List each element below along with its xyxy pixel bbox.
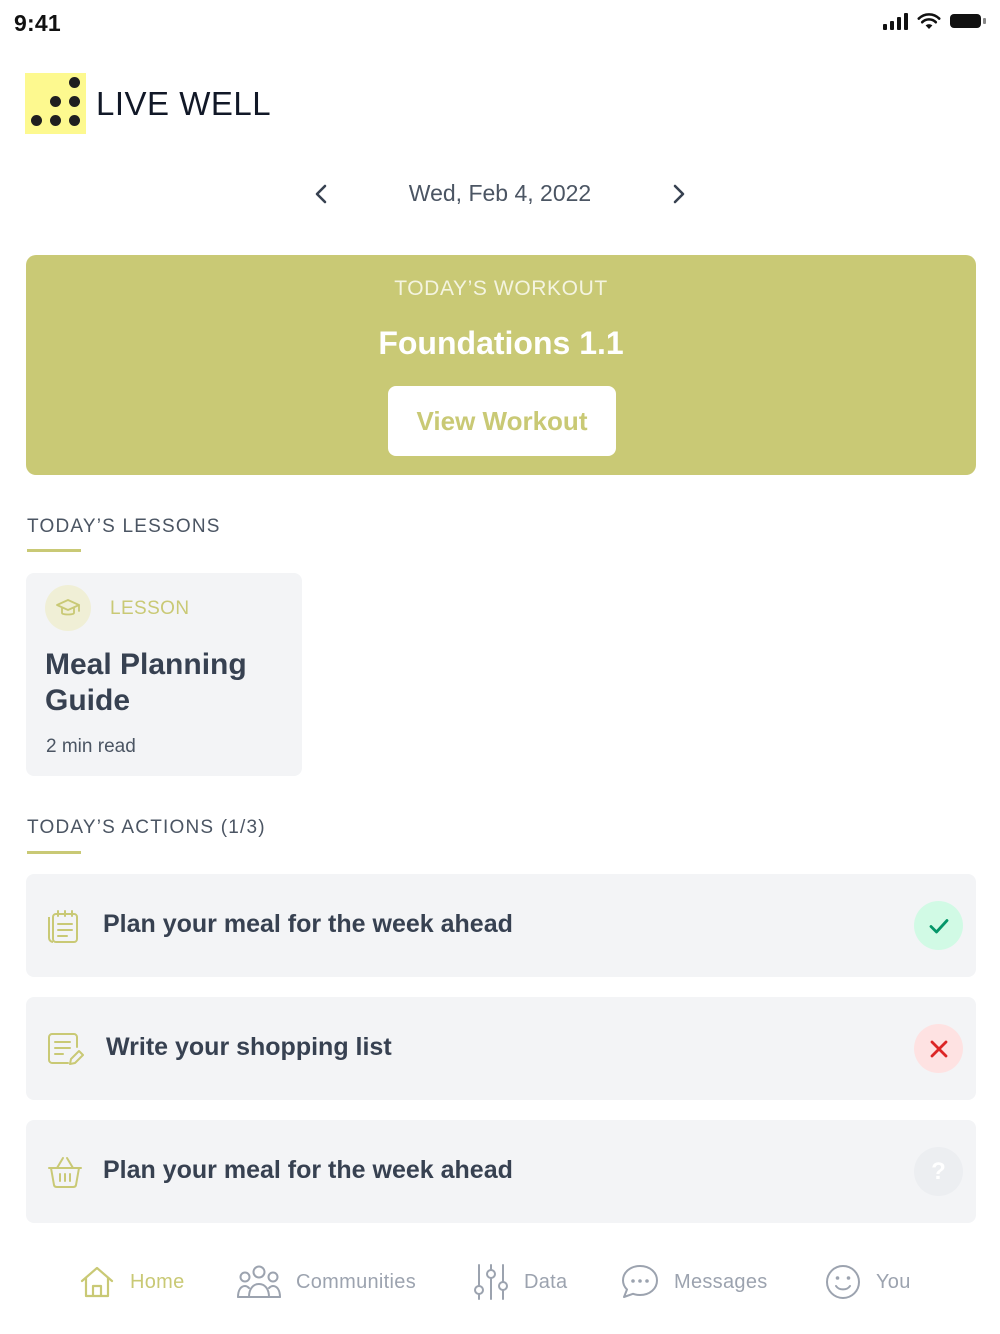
notepad-icon — [48, 910, 78, 943]
cellular-signal-icon — [883, 12, 908, 30]
close-icon — [930, 1040, 947, 1057]
view-workout-button[interactable]: View Workout — [388, 386, 616, 456]
lesson-tag: LESSON — [110, 598, 190, 619]
lessons-heading: TODAY’S LESSONS — [27, 516, 221, 537]
edit-list-icon — [48, 1033, 84, 1065]
people-icon — [237, 1265, 281, 1298]
tab-you[interactable]: You — [824, 1258, 911, 1306]
tab-label: Data — [524, 1270, 568, 1293]
battery-icon — [950, 12, 986, 30]
tab-data[interactable]: Data — [472, 1258, 567, 1306]
workout-title: Foundations 1.1 — [378, 325, 624, 361]
brand-name: LIVE WELL — [96, 84, 272, 122]
wifi-icon — [917, 13, 941, 29]
status-unknown-badge: ? — [914, 1147, 963, 1196]
action-item[interactable]: Write your shopping list — [26, 997, 976, 1100]
status-failed-badge — [914, 1024, 963, 1073]
tab-label: Communities — [296, 1270, 416, 1293]
action-label: Write your shopping list — [106, 1033, 392, 1061]
sliders-icon — [474, 1264, 508, 1300]
basket-icon — [48, 1157, 82, 1188]
tab-home[interactable]: Home — [78, 1258, 185, 1306]
action-item[interactable]: Plan your meal for the week ahead ? — [26, 1120, 976, 1223]
lesson-title: Meal Planning Guide — [45, 648, 247, 717]
chat-bubble-icon — [622, 1265, 658, 1298]
tab-messages[interactable]: Messages — [620, 1258, 768, 1306]
status-complete-badge — [914, 901, 963, 950]
workout-eyebrow: TODAY’S WORKOUT — [394, 277, 608, 300]
action-label: Plan your meal for the week ahead — [103, 910, 513, 938]
actions-heading: TODAY’S ACTIONS (1/3) — [27, 817, 266, 838]
actions-heading-underline — [27, 851, 81, 854]
todays-workout-card: TODAY’S WORKOUT Foundations 1.1 View Wor… — [26, 255, 976, 475]
tab-communities[interactable]: Communities — [236, 1258, 416, 1306]
lesson-read-time: 2 min read — [46, 736, 136, 757]
current-date: Wed, Feb 4, 2022 — [408, 180, 592, 206]
checkmark-icon — [929, 918, 948, 933]
bottom-tab-bar: Home Communities Data Messages You — [0, 1246, 1000, 1326]
tab-label: You — [876, 1270, 911, 1293]
action-item[interactable]: Plan your meal for the week ahead — [26, 874, 976, 977]
question-mark-icon: ? — [931, 1157, 946, 1185]
brand-header: LIVE WELL — [25, 73, 271, 134]
tab-label: Messages — [674, 1270, 768, 1293]
action-label: Plan your meal for the week ahead — [103, 1156, 513, 1184]
lesson-badge — [45, 585, 91, 631]
home-icon — [80, 1266, 114, 1298]
status-icons — [883, 12, 986, 30]
status-time: 9:41 — [14, 10, 61, 36]
status-bar: 9:41 — [0, 0, 1000, 48]
lesson-card[interactable]: LESSON Meal Planning Guide 2 min read — [26, 573, 302, 776]
chevron-right-icon[interactable] — [664, 180, 692, 208]
brand-logo — [25, 73, 86, 134]
graduation-cap-icon — [56, 599, 80, 616]
lessons-heading-underline — [27, 549, 81, 552]
smiley-icon — [826, 1265, 860, 1299]
tab-label: Home — [130, 1270, 185, 1293]
date-navigator: Wed, Feb 4, 2022 — [300, 172, 700, 216]
